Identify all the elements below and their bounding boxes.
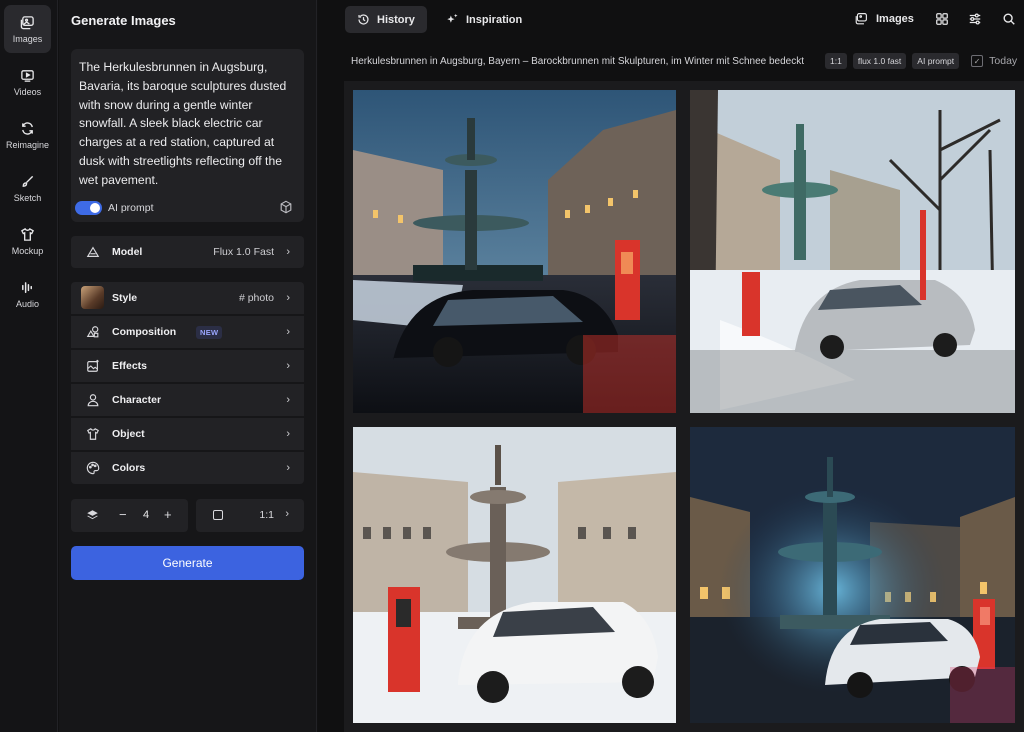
shapes-icon — [86, 326, 99, 338]
effects-label: Effects — [112, 360, 148, 372]
palette-icon — [86, 461, 100, 475]
style-value: # photo — [238, 292, 274, 304]
character-row[interactable]: Character › — [71, 384, 304, 416]
object-row[interactable]: Object › — [71, 418, 304, 450]
model-chip: flux 1.0 fast — [852, 53, 907, 69]
generated-image-4[interactable] — [690, 427, 1015, 723]
model-value: Flux 1.0 Fast — [213, 246, 274, 258]
ai-prompt-label: AI prompt — [108, 202, 154, 214]
person-icon — [87, 394, 99, 407]
prompt-box[interactable]: The Herkulesbrunnen in Augsburg, Bavaria… — [71, 49, 304, 222]
chevron-right-icon: › — [286, 246, 290, 258]
shirt-icon — [87, 427, 99, 440]
rail-label: Sketch — [13, 192, 42, 203]
rail-item-images[interactable]: Images — [4, 5, 51, 53]
history-icon — [358, 14, 369, 25]
character-label: Character — [112, 394, 162, 406]
images-filter-label: Images — [876, 12, 914, 25]
colors-row[interactable]: Colors › — [71, 452, 304, 484]
rail-label: Images — [12, 33, 43, 44]
tab-inspiration-label: Inspiration — [466, 13, 523, 26]
rail-label: Mockup — [11, 245, 44, 256]
generated-image-3[interactable] — [353, 427, 676, 723]
generation-prompt[interactable]: Herkulesbrunnen in Augsburg, Bayern – Ba… — [351, 56, 819, 67]
chevron-right-icon: › — [286, 326, 290, 338]
sparkle-image-icon — [87, 359, 99, 372]
cube-icon[interactable] — [279, 200, 293, 214]
shirt-icon — [21, 227, 34, 241]
rail-label: Videos — [13, 86, 42, 97]
ratio-chip: 1:1 — [825, 53, 847, 69]
model-label: Model — [112, 246, 143, 258]
chevron-right-icon: › — [286, 360, 290, 372]
ai-prompt-chip: AI prompt — [912, 53, 960, 69]
image-icon — [855, 13, 867, 25]
audio-wave-icon — [22, 281, 32, 293]
image-count-value: 4 — [143, 509, 150, 521]
colors-label: Colors — [112, 462, 146, 474]
style-row[interactable]: Style # photo › — [71, 282, 304, 314]
generation-meta: Herkulesbrunnen in Augsburg, Bayern – Ba… — [351, 52, 1021, 70]
decrement-button[interactable]: − — [119, 507, 127, 522]
square-icon — [213, 510, 223, 520]
rail-label: Audio — [15, 298, 40, 309]
main-area: History Inspiration Images Herkulesbrunn… — [318, 0, 1024, 732]
rail-item-mockup[interactable]: Mockup — [4, 217, 51, 265]
ai-prompt-toggle[interactable] — [75, 201, 102, 215]
increment-button[interactable]: + — [164, 507, 172, 522]
chevron-right-icon: › — [286, 462, 290, 474]
layers-icon — [87, 510, 98, 520]
generated-image-1[interactable] — [353, 90, 676, 413]
rail-item-audio[interactable]: Audio — [4, 270, 51, 318]
aspect-ratio-select[interactable]: 1:1 › — [196, 499, 304, 532]
tab-inspiration[interactable]: Inspiration — [446, 6, 536, 33]
sparkles-icon — [447, 13, 458, 23]
chevron-right-icon: › — [285, 508, 289, 520]
image-gallery — [344, 81, 1024, 732]
refresh-icon — [22, 121, 33, 135]
image-icon — [20, 15, 34, 29]
chevron-right-icon: › — [286, 428, 290, 440]
tab-history[interactable]: History — [345, 6, 427, 33]
aspect-ratio-value: 1:1 — [259, 509, 274, 521]
model-row[interactable]: Model Flux 1.0 Fast › — [71, 236, 304, 268]
sliders-icon[interactable] — [968, 12, 982, 26]
today-label: Today — [989, 55, 1018, 67]
tab-history-label: History — [377, 13, 415, 26]
new-badge: NEW — [196, 325, 223, 339]
images-filter-button[interactable]: Images — [855, 12, 914, 25]
chevron-right-icon: › — [286, 292, 290, 304]
triangle-icon — [86, 246, 100, 257]
rail-item-reimagine[interactable]: Reimagine — [4, 111, 51, 159]
left-rail: Images Videos Reimagine Sketch Mockup Au… — [0, 0, 58, 732]
generated-image-2[interactable] — [690, 90, 1015, 413]
rail-item-sketch[interactable]: Sketch — [4, 164, 51, 212]
rail-label: Reimagine — [5, 139, 50, 150]
video-icon — [21, 69, 34, 82]
generate-panel: Generate Images The Herkulesbrunnen in A… — [59, 0, 317, 732]
search-icon[interactable] — [1002, 12, 1016, 26]
image-count-stepper: − 4 + — [71, 499, 188, 532]
grid-icon[interactable] — [935, 12, 949, 26]
generate-button[interactable]: Generate — [71, 546, 304, 580]
prompt-input[interactable]: The Herkulesbrunnen in Augsburg, Bavaria… — [79, 58, 301, 190]
select-checkbox[interactable]: ✓ — [971, 55, 984, 67]
brush-icon — [22, 175, 34, 187]
composition-label: Composition — [112, 326, 177, 338]
composition-row[interactable]: Composition NEW › — [71, 316, 304, 348]
style-avatar — [81, 286, 104, 309]
panel-title: Generate Images — [71, 13, 176, 28]
rail-item-videos[interactable]: Videos — [4, 58, 51, 106]
chevron-right-icon: › — [286, 394, 290, 406]
style-label: Style — [112, 292, 138, 304]
object-label: Object — [112, 428, 145, 440]
effects-row[interactable]: Effects › — [71, 350, 304, 382]
